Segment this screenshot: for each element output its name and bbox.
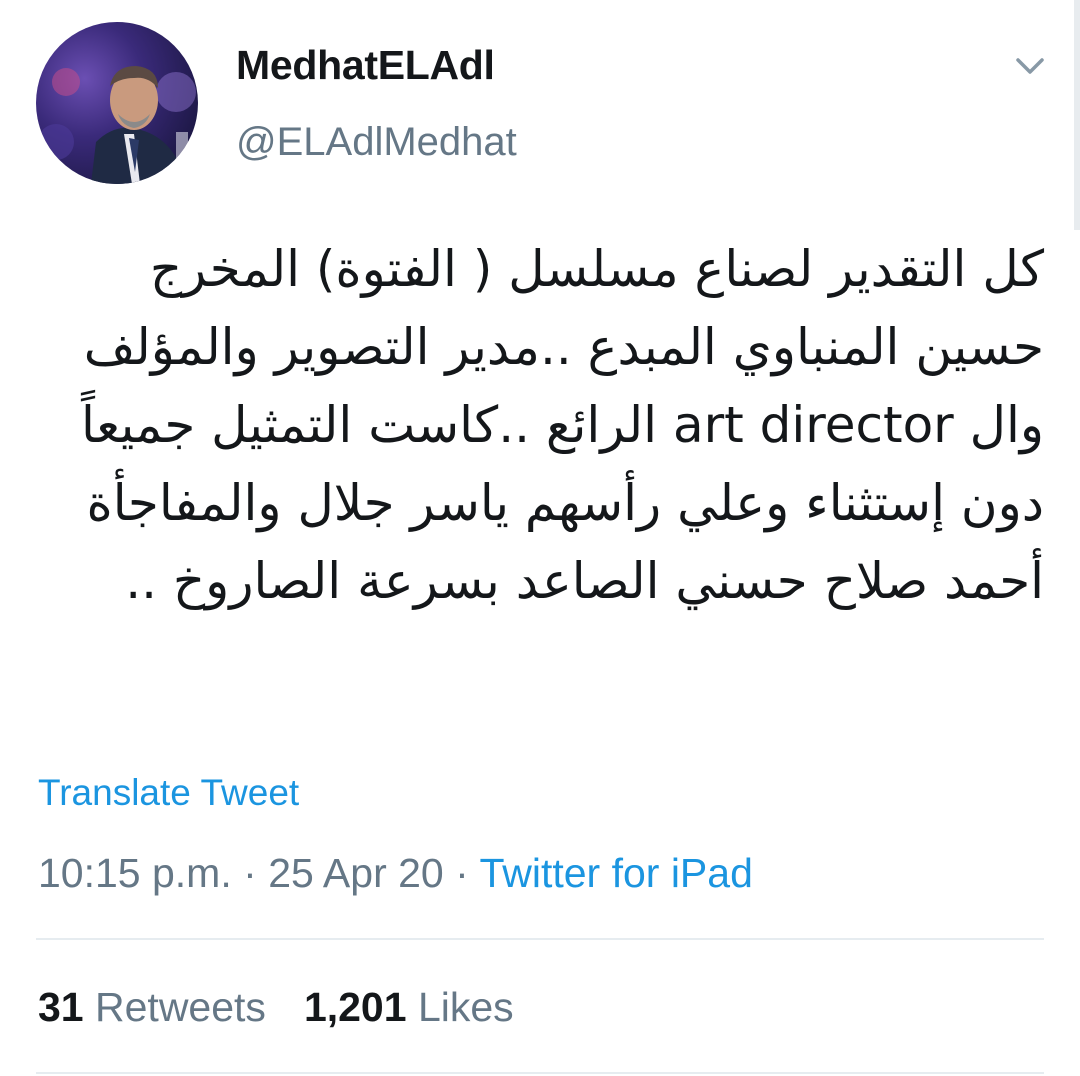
likes-stat[interactable]: 1,201 Likes — [304, 984, 514, 1030]
tweet-stats: 31 Retweets 1,201 Likes — [38, 984, 514, 1031]
chevron-down-icon[interactable] — [1010, 50, 1050, 86]
tweet-metadata: 10:15 p.m. · 25 Apr 20 · Twitter for iPa… — [38, 850, 753, 897]
display-name[interactable]: MedhatELAdl — [236, 42, 495, 89]
tweet-source-link[interactable]: Twitter for iPad — [479, 850, 752, 896]
tweet-text: كل التقدير لصناع مسلسل ( الفتوة) المخرج … — [80, 240, 1044, 610]
likes-label: Likes — [417, 984, 514, 1030]
retweets-stat[interactable]: 31 Retweets — [38, 984, 266, 1030]
separator: · — [243, 850, 257, 896]
divider — [36, 938, 1044, 940]
profile-photo — [36, 22, 198, 184]
scrollbar[interactable] — [1074, 0, 1080, 230]
divider — [36, 1072, 1044, 1074]
tweet-time[interactable]: 10:15 p.m. — [38, 850, 232, 896]
retweets-label: Retweets — [95, 984, 266, 1030]
user-handle[interactable]: @ELAdlMedhat — [236, 120, 517, 165]
tweet-date[interactable]: 25 Apr 20 — [268, 850, 444, 896]
likes-count: 1,201 — [303, 984, 407, 1030]
separator: · — [455, 850, 469, 896]
translate-tweet-link[interactable]: Translate Tweet — [38, 772, 299, 814]
retweets-count: 31 — [38, 984, 84, 1030]
avatar[interactable] — [36, 22, 198, 184]
